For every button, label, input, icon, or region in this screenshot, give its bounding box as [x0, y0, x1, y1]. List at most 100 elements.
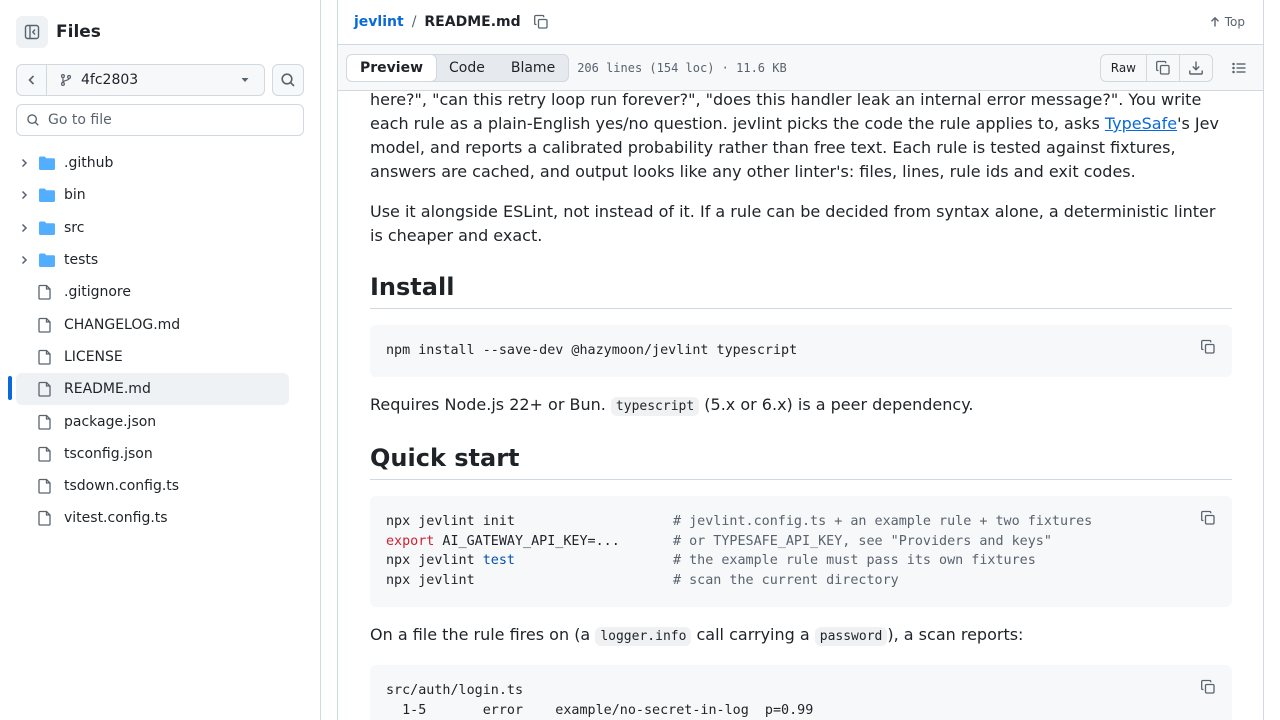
- tree-item-tests[interactable]: tests: [16, 244, 289, 276]
- requires-text: Requires Node.js 22+ or Bun.: [370, 394, 611, 414]
- copy-icon: [533, 14, 548, 29]
- install-code-block: npm install --save-dev @hazymoon/jevlint…: [370, 325, 1232, 377]
- tab-blame[interactable]: Blame: [498, 55, 568, 81]
- requires-text-cont: (5.x or 6.x) is a peer dependency.: [699, 394, 974, 414]
- arrow-up-icon: [1210, 16, 1219, 27]
- sidebar-header: Files: [16, 16, 101, 48]
- file-toolbar: Preview Code Blame 206 lines (154 loc) ·…: [338, 45, 1263, 91]
- collapse-sidebar-button[interactable]: [16, 16, 48, 48]
- tree-item-src[interactable]: src: [16, 212, 289, 244]
- chevron-right-icon: [21, 223, 28, 232]
- git-branch-icon: [60, 74, 72, 86]
- tree-item-tsconfig[interactable]: tsconfig.json: [16, 438, 289, 470]
- breadcrumb-separator: /: [411, 14, 417, 30]
- branch-select[interactable]: 4fc2803: [47, 64, 265, 96]
- code-line: npx jevlint # scan the current directory: [386, 571, 1216, 591]
- typesafe-link[interactable]: TypeSafe: [1105, 114, 1177, 133]
- code-line: export AI_GATEWAY_API_KEY=... # or TYPESA…: [386, 532, 1216, 552]
- tree-item-label: LICENSE: [64, 348, 123, 365]
- output-line: 1-5 error example/no-secret-in-log p=0.9…: [386, 702, 814, 718]
- file-icon: [38, 317, 51, 333]
- active-file-indicator: [8, 376, 12, 400]
- copy-raw-button[interactable]: [1146, 54, 1179, 81]
- file-icon: [38, 285, 51, 300]
- file-icon: [38, 414, 51, 430]
- sidebar-title: Files: [56, 22, 101, 42]
- download-button[interactable]: [1179, 54, 1212, 81]
- scan-text-cont: call carrying a: [691, 624, 815, 644]
- tree-item-label: vitest.config.ts: [64, 510, 168, 527]
- file-tree: .github bin src tests .gitignore CHANGEL…: [16, 147, 289, 535]
- command: npx jevlint init: [386, 513, 515, 529]
- copy-code-button[interactable]: [1200, 510, 1216, 533]
- copy-icon: [1201, 679, 1215, 694]
- tree-item-package-json[interactable]: package.json: [16, 405, 289, 437]
- folder-icon: [39, 156, 55, 171]
- keyword: export: [386, 533, 435, 549]
- tab-code[interactable]: Code: [436, 55, 498, 81]
- intro-text: here?", "can this retry loop run forever…: [370, 90, 1202, 133]
- tree-item-changelog[interactable]: CHANGELOG.md: [16, 308, 289, 340]
- tree-item-gitignore[interactable]: .gitignore: [16, 276, 289, 308]
- file-icon: [38, 446, 51, 462]
- code-line: npx jevlint init # jevlint.config.ts + an…: [386, 512, 1216, 532]
- tree-item-label: src: [64, 219, 85, 236]
- top-label: Top: [1224, 15, 1245, 29]
- tree-item-bin[interactable]: bin: [16, 179, 289, 211]
- folder-icon: [39, 188, 55, 203]
- branch-name: 4fc2803: [81, 72, 139, 88]
- file-icon: [38, 511, 51, 527]
- tree-item-label: package.json: [64, 413, 157, 430]
- comment: # or TYPESAFE_API_KEY, see "Providers an…: [673, 533, 1052, 549]
- copy-code-button[interactable]: [1200, 339, 1216, 362]
- file-actions: Raw: [1099, 53, 1247, 82]
- subcommand: test: [482, 553, 515, 569]
- file-icon: [38, 382, 51, 397]
- file-meta: 206 lines (154 loc) · 11.6 KB: [577, 60, 787, 75]
- tree-item-label: tests: [64, 252, 99, 269]
- tree-item-readme[interactable]: README.md: [16, 373, 289, 406]
- breadcrumb-bar: jevlint / README.md Top: [338, 0, 1263, 45]
- quick-start-code-block: npx jevlint init # jevlint.config.ts + an…: [370, 495, 1232, 607]
- tree-item-vitest-config[interactable]: vitest.config.ts: [16, 502, 289, 534]
- tree-item-label: .github: [64, 155, 114, 172]
- comment: # scan the current directory: [673, 573, 899, 589]
- scan-text-end: ), a scan reports:: [887, 624, 1024, 644]
- caret-down-icon: [241, 78, 249, 82]
- go-to-file-input[interactable]: [48, 112, 288, 128]
- code-line: npx jevlint test # the example rule must …: [386, 551, 1216, 571]
- install-command: npm install --save-dev @hazymoon/jevlint…: [386, 343, 798, 358]
- copy-code-button[interactable]: [1200, 679, 1216, 702]
- tree-item-tsdown-config[interactable]: tsdown.config.ts: [16, 470, 289, 502]
- tree-item-license[interactable]: LICENSE: [16, 341, 289, 373]
- inline-code-password: password: [814, 626, 888, 646]
- view-mode-tabs: Preview Code Blame: [346, 53, 570, 82]
- command: export AI_GATEWAY_API_KEY=...: [386, 533, 620, 549]
- tree-item-github[interactable]: .github: [16, 147, 289, 179]
- tree-item-label: .gitignore: [64, 284, 131, 301]
- download-icon: [1189, 61, 1203, 75]
- go-to-file-field[interactable]: [16, 104, 304, 136]
- breadcrumb-repo-link[interactable]: jevlint: [354, 14, 404, 30]
- readme-paragraph-eslint: Use it alongside ESLint, not instead of …: [370, 202, 1216, 245]
- back-button[interactable]: [16, 64, 47, 96]
- outline-button[interactable]: [1231, 60, 1247, 76]
- file-tree-sidebar: Files 4fc2803 .github: [0, 0, 321, 720]
- file-viewer: jevlint / README.md Top Preview Code Bla…: [337, 0, 1264, 720]
- requires-paragraph: Requires Node.js 22+ or Bun. typescript …: [370, 393, 1232, 419]
- search-files-button[interactable]: [272, 64, 304, 96]
- copy-icon: [1201, 510, 1215, 525]
- tree-item-label: tsconfig.json: [64, 445, 153, 462]
- breadcrumb-file: README.md: [424, 14, 521, 30]
- copy-path-button[interactable]: [533, 14, 549, 30]
- chevron-right-icon: [21, 256, 28, 265]
- chevron-right-icon: [21, 159, 28, 168]
- raw-button[interactable]: Raw: [1101, 55, 1146, 81]
- command: npx jevlint test: [386, 553, 515, 569]
- search-icon: [27, 114, 39, 126]
- tree-item-label: tsdown.config.ts: [64, 478, 180, 495]
- quick-start-heading: Quick start: [370, 443, 1232, 480]
- copy-icon: [1201, 339, 1215, 354]
- tab-preview[interactable]: Preview: [347, 54, 438, 81]
- scroll-top-link[interactable]: Top: [1209, 15, 1245, 29]
